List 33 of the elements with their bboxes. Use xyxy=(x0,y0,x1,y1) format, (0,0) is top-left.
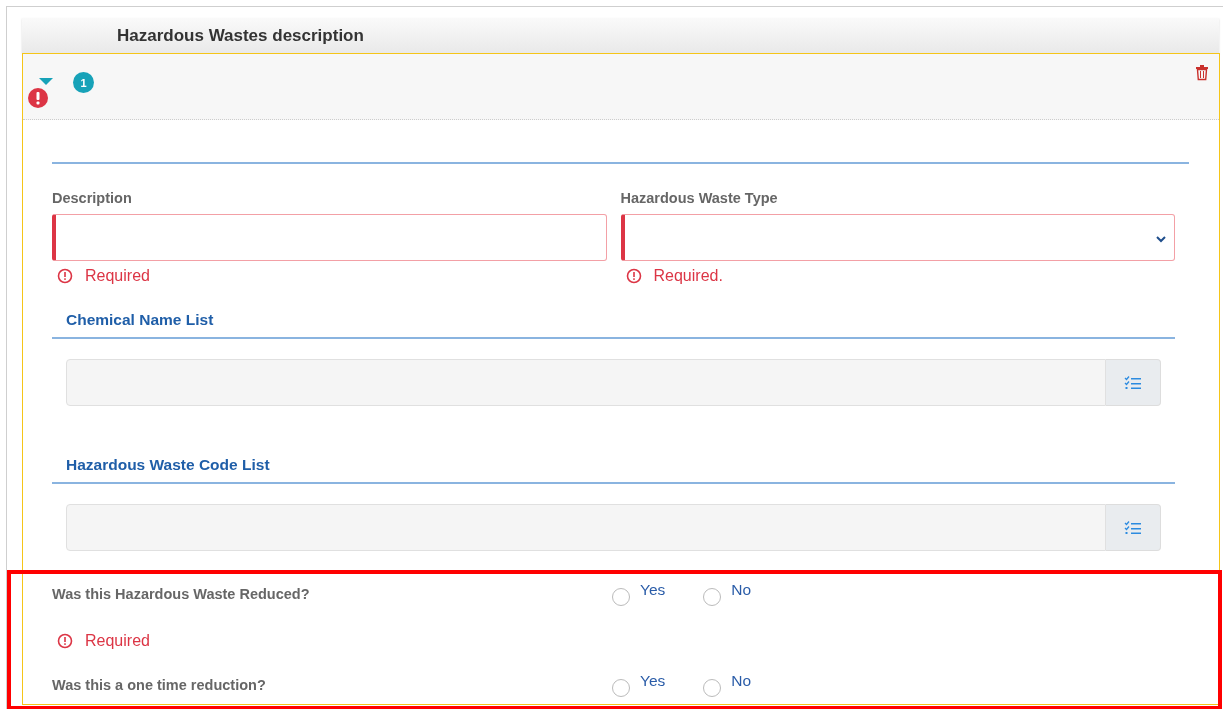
radio-button[interactable] xyxy=(703,679,722,697)
option-label[interactable]: No xyxy=(731,581,752,599)
checklist-icon xyxy=(1124,520,1142,535)
section-title: Hazardous Wastes description xyxy=(117,25,364,46)
radio-button[interactable] xyxy=(703,588,722,606)
count-badge: 1 xyxy=(73,72,94,93)
error-icon xyxy=(625,268,642,284)
caret-icon[interactable] xyxy=(38,75,54,86)
error-message: Required xyxy=(85,632,150,650)
radio-button[interactable] xyxy=(612,588,630,606)
radio-button[interactable] xyxy=(612,679,630,697)
checklist-icon xyxy=(1124,375,1142,390)
input-field[interactable] xyxy=(52,214,607,261)
option-label[interactable]: No xyxy=(731,672,752,690)
error-icon xyxy=(57,633,73,649)
checklist-button[interactable] xyxy=(1106,359,1161,406)
checklist-button[interactable] xyxy=(1106,504,1161,551)
select-field[interactable] xyxy=(620,214,1175,261)
chevron-down-icon xyxy=(1155,234,1167,244)
error-icon xyxy=(57,268,73,284)
option-label[interactable]: Yes xyxy=(640,581,666,599)
list-heading: Chemical Name List xyxy=(65,311,215,329)
error-message: Required xyxy=(85,267,150,285)
list-field[interactable] xyxy=(66,504,1106,551)
question-label: Was this a one time reduction? xyxy=(52,676,267,693)
question-label: Was this Hazardous Waste Reduced? xyxy=(52,585,311,602)
field-label: Description xyxy=(52,190,133,206)
trash-icon[interactable] xyxy=(1195,64,1209,81)
field-label: Hazardous Waste Type xyxy=(620,190,779,206)
option-label[interactable]: Yes xyxy=(640,672,666,690)
error-message: Required. xyxy=(653,267,723,285)
list-field[interactable] xyxy=(66,359,1106,406)
list-heading: Hazardous Waste Code List xyxy=(65,456,271,474)
